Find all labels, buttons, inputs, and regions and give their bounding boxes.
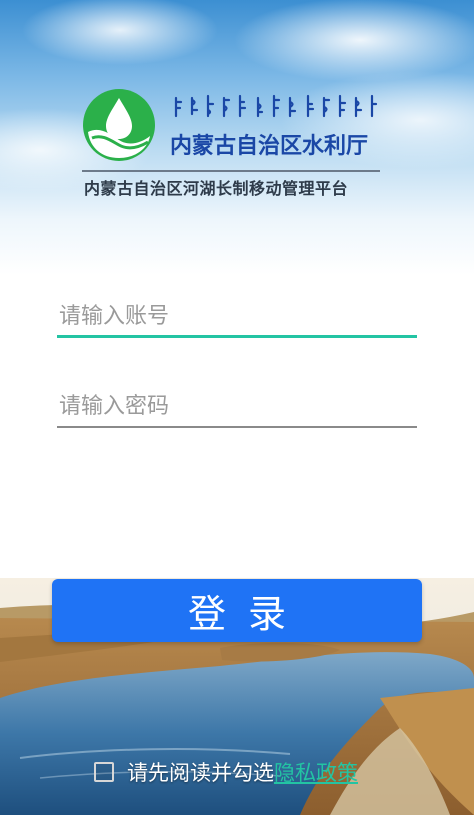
department-name: 内蒙古自治区水利厅 (170, 134, 369, 159)
login-button[interactable]: 登录 (52, 579, 422, 642)
water-drop-logo-icon (83, 89, 155, 161)
password-field[interactable] (57, 386, 417, 428)
checkbox-unchecked-icon[interactable] (94, 762, 114, 782)
password-underline (57, 426, 417, 428)
privacy-policy-link[interactable]: 隐私政策 (274, 757, 358, 787)
mongolian-script-logo (174, 94, 378, 118)
agreement-text: 请先阅读并勾选 (127, 761, 274, 785)
logo-divider (82, 170, 380, 172)
password-input[interactable] (57, 386, 417, 426)
account-underline (57, 335, 417, 338)
platform-name: 内蒙古自治区河湖长制移动管理平台 (84, 179, 349, 198)
account-input[interactable] (57, 296, 417, 336)
account-field[interactable] (57, 296, 417, 338)
privacy-agreement: 请先阅读并勾选 隐私政策 (94, 757, 358, 787)
